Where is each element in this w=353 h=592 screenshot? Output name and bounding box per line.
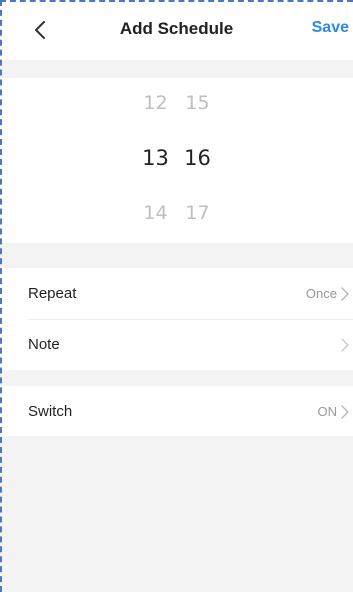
repeat-row[interactable]: Repeat Once xyxy=(0,268,353,319)
picker-row-next: 14 17 xyxy=(0,202,353,224)
chevron-right-icon xyxy=(341,386,349,437)
picker-hour-option[interactable]: 14 xyxy=(140,202,172,224)
switch-label: Switch xyxy=(28,403,73,420)
note-label: Note xyxy=(28,336,60,353)
settings-group: Repeat Once Note xyxy=(0,268,353,370)
header-bar: Add Schedule Save xyxy=(0,0,353,60)
switch-row[interactable]: Switch ON xyxy=(0,386,353,437)
picker-minute-option[interactable]: 15 xyxy=(182,92,214,114)
chevron-right-icon xyxy=(341,268,349,319)
frame-border-top xyxy=(0,0,353,2)
picker-minute-selected[interactable]: 16 xyxy=(182,146,214,170)
repeat-label: Repeat xyxy=(28,285,77,302)
picker-minute-option[interactable]: 17 xyxy=(182,202,214,224)
app-screen: Add Schedule Save 12 15 13 16 14 17 Repe… xyxy=(0,0,353,592)
frame-border-left xyxy=(0,0,2,592)
chevron-right-icon xyxy=(341,319,349,370)
picker-hour-selected[interactable]: 13 xyxy=(140,146,172,170)
time-picker[interactable]: 12 15 13 16 14 17 xyxy=(0,78,353,243)
save-button[interactable]: Save xyxy=(312,19,349,37)
picker-row-selected: 13 16 xyxy=(0,146,353,170)
repeat-value: Once xyxy=(305,286,337,301)
switch-value: ON xyxy=(317,404,338,419)
picker-hour-option[interactable]: 12 xyxy=(140,92,172,114)
picker-row-previous: 12 15 xyxy=(0,92,353,114)
page-title: Add Schedule xyxy=(119,19,234,38)
note-row[interactable]: Note xyxy=(0,319,353,370)
section-gap xyxy=(0,60,353,78)
switch-group: Switch ON xyxy=(0,386,353,436)
